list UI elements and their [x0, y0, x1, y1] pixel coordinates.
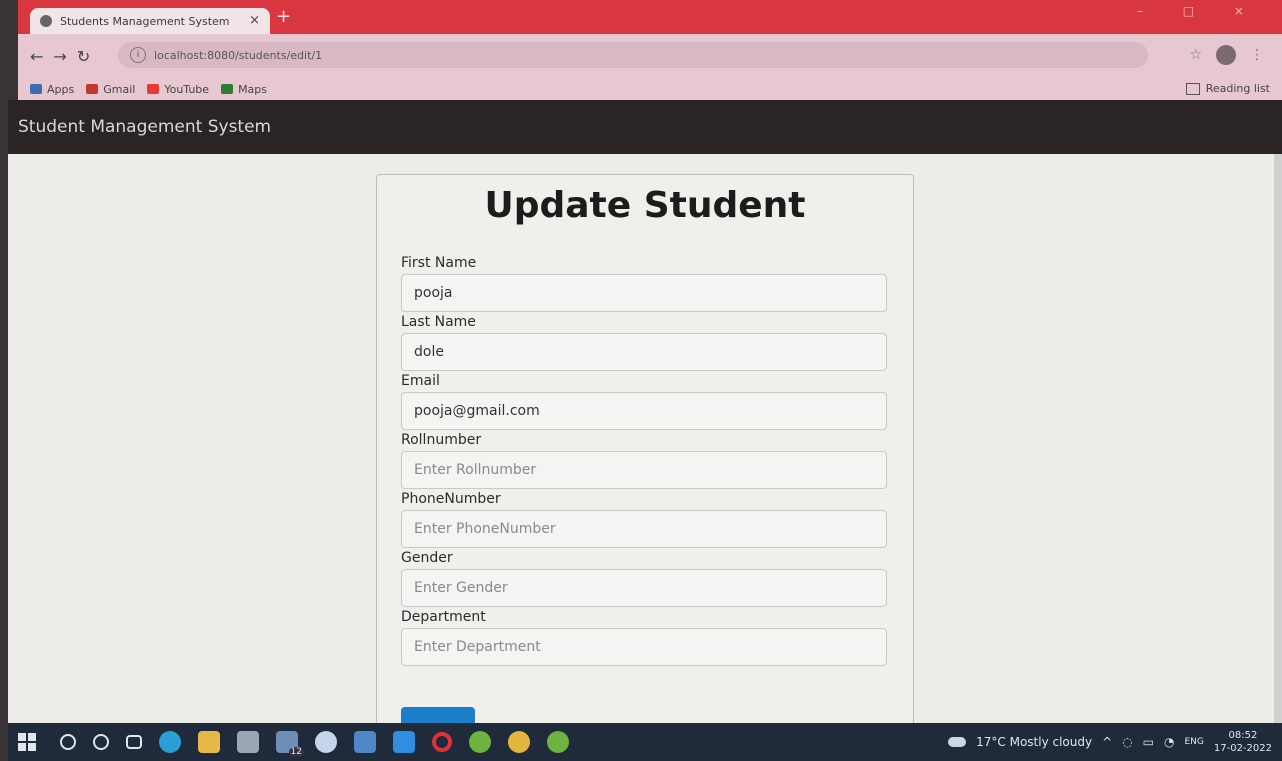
back-icon[interactable]: ←	[30, 47, 53, 66]
app-navbar: Student Management System	[8, 100, 1282, 154]
rollnumber-label: Rollnumber	[401, 432, 482, 448]
reading-list-button[interactable]: Reading list	[1185, 82, 1270, 95]
browser-toolbar: ←→↻ i localhost:8080/students/edit/1 ☆ ⋮	[18, 34, 1282, 78]
email-group: Email	[401, 373, 889, 430]
rollnumber-input[interactable]	[401, 451, 887, 489]
edge-icon[interactable]	[159, 731, 181, 753]
clock-date: 17-02-2022	[1213, 743, 1272, 754]
bookmark-youtube[interactable]: YouTube	[147, 83, 209, 96]
tab-title: Students Management System	[60, 14, 230, 28]
toolbar-icons: ☆ ⋮	[1189, 45, 1264, 65]
gender-label: Gender	[401, 550, 453, 566]
bookmark-label: Gmail	[103, 82, 136, 96]
first-name-label: First Name	[401, 255, 477, 271]
search-icon[interactable]	[60, 734, 76, 750]
browser-tab-strip: Students Management System × + – □ ×	[18, 0, 1282, 34]
gender-input[interactable]	[401, 569, 887, 607]
nav-buttons[interactable]: ←→↻	[30, 47, 100, 66]
bookmark-apps[interactable]: Apps	[30, 83, 74, 96]
gender-group: Gender	[401, 550, 889, 607]
url-text: localhost:8080/students/edit/1	[154, 48, 323, 62]
maps-icon	[221, 84, 234, 94]
update-student-form: First Name Last Name Email Rollnumber Ph…	[401, 255, 889, 668]
windows-taskbar: 12 17°C Mostly cloudy ^ ◌ ▭ ◔ ENG 08:52 …	[8, 723, 1282, 761]
phonenumber-input[interactable]	[401, 510, 887, 548]
bookmark-label: Apps	[47, 82, 75, 96]
opera-icon[interactable]	[432, 732, 452, 752]
department-label: Department	[401, 609, 486, 625]
bookmarks-bar: Apps Gmail YouTube Maps Reading list	[18, 78, 1282, 100]
system-tray: 17°C Mostly cloudy ^ ◌ ▭ ◔ ENG 08:52 17-…	[948, 723, 1272, 761]
phonenumber-label: PhoneNumber	[401, 491, 501, 507]
file-explorer-icon[interactable]	[198, 731, 220, 753]
wifi-icon[interactable]: ◔	[1164, 735, 1174, 749]
last-name-group: Last Name	[401, 314, 889, 371]
mail-icon[interactable]: 12	[276, 731, 304, 757]
site-info-icon[interactable]: i	[130, 47, 146, 63]
clock[interactable]: 08:52 17-02-2022	[1214, 729, 1272, 755]
youtube-icon	[147, 84, 160, 94]
page-content: Update Student First Name Last Name Emai…	[8, 154, 1274, 736]
email-label: Email	[401, 373, 440, 389]
phonenumber-group: PhoneNumber	[401, 491, 889, 548]
profile-avatar[interactable]	[1216, 45, 1236, 65]
gmail-icon	[86, 84, 99, 94]
tray-chevron-icon[interactable]: ^	[1102, 735, 1112, 749]
window-controls[interactable]: – □ ×	[1137, 4, 1262, 18]
star-icon[interactable]: ☆	[1189, 47, 1202, 63]
browser-tab[interactable]: Students Management System ×	[30, 8, 270, 34]
cortana-icon[interactable]	[93, 734, 109, 750]
clock-time: 08:52	[1228, 730, 1258, 741]
network-icon[interactable]: ◌	[1122, 735, 1132, 749]
bookmark-maps[interactable]: Maps	[221, 83, 267, 96]
first-name-group: First Name	[401, 255, 889, 312]
update-student-card: Update Student First Name Last Name Emai…	[376, 174, 914, 736]
email-input[interactable]	[401, 392, 887, 430]
last-name-label: Last Name	[401, 314, 476, 330]
app-icon[interactable]	[315, 731, 337, 753]
weather-text[interactable]: 17°C Mostly cloudy	[976, 735, 1092, 749]
department-input[interactable]	[401, 628, 887, 666]
page-scrollbar[interactable]	[1274, 154, 1282, 723]
rollnumber-group: Rollnumber	[401, 432, 889, 489]
navbar-brand[interactable]: Student Management System	[18, 117, 271, 137]
new-tab-button[interactable]: +	[276, 6, 291, 27]
first-name-input[interactable]	[401, 274, 887, 312]
favicon-icon	[40, 15, 52, 27]
bookmark-label: YouTube	[164, 82, 210, 96]
vscode-icon[interactable]	[393, 731, 415, 753]
close-tab-icon[interactable]: ×	[249, 13, 260, 28]
task-view-icon[interactable]	[126, 735, 142, 749]
start-button[interactable]	[18, 733, 36, 751]
department-group: Department	[401, 609, 889, 666]
last-name-input[interactable]	[401, 333, 887, 371]
more-menu-icon[interactable]: ⋮	[1250, 47, 1264, 63]
page-title: Update Student	[484, 185, 806, 226]
reading-list-label: Reading list	[1205, 82, 1270, 95]
photos-icon[interactable]	[354, 731, 376, 753]
weather-cloud-icon	[948, 737, 967, 747]
bookmark-label: Maps	[238, 82, 268, 96]
battery-icon[interactable]: ▭	[1143, 735, 1154, 749]
spring-tool-icon[interactable]	[469, 731, 491, 753]
store-icon[interactable]	[237, 731, 259, 753]
mail-badge: 12	[288, 747, 304, 757]
address-bar[interactable]: i localhost:8080/students/edit/1	[118, 42, 1148, 68]
reload-icon[interactable]: ↻	[77, 47, 100, 66]
apps-grid-icon	[30, 84, 42, 94]
forward-icon[interactable]: →	[53, 47, 76, 66]
reading-list-icon	[1185, 82, 1200, 95]
bookmark-gmail[interactable]: Gmail	[86, 83, 135, 96]
chrome-icon[interactable]	[508, 731, 530, 753]
language-indicator[interactable]: ENG	[1184, 737, 1203, 747]
spring-tool-icon-2[interactable]	[547, 731, 569, 753]
